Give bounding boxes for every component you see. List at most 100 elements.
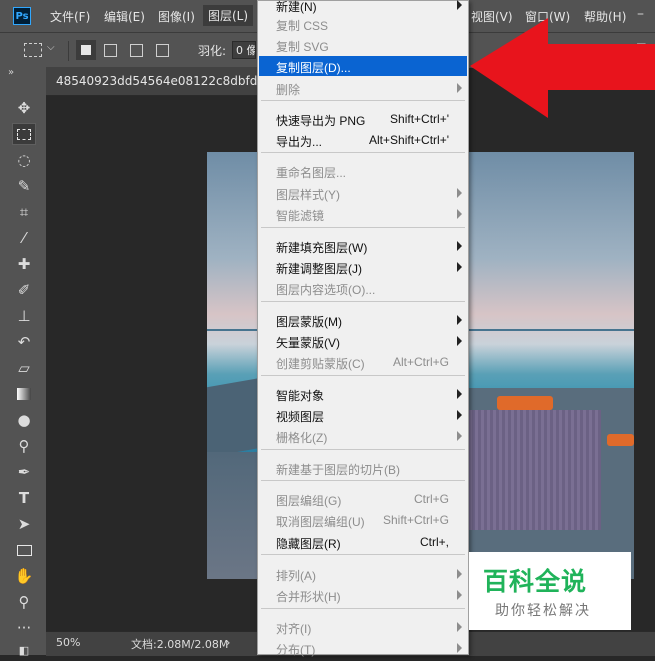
menu-item-label: 图层样式(Y) <box>276 188 340 202</box>
menu-item-label: 矢量蒙版(V) <box>276 336 340 350</box>
layer-menu-item[interactable]: 图层蒙版(M) <box>259 310 467 330</box>
submenu-arrow-icon <box>457 389 462 399</box>
menu-separator <box>261 375 465 376</box>
menu-item-label: 复制图层(D)... <box>276 61 351 75</box>
menu-item-label: 智能滤镜 <box>276 209 325 223</box>
menu-item-label: 图层编组(G) <box>276 494 342 508</box>
menu-item-label: 新建填充图层(W) <box>276 241 368 255</box>
layer-menu-item[interactable]: 矢量蒙版(V) <box>259 331 467 351</box>
collapse-icon[interactable]: » <box>8 67 14 78</box>
color-swatch-icon[interactable]: ◧ <box>12 639 36 661</box>
chevron-down-icon[interactable]: ⌵ <box>47 42 55 53</box>
layer-menu-item[interactable]: 新建调整图层(J) <box>259 257 467 277</box>
menu-item-shortcut: Alt+Ctrl+G <box>392 355 449 369</box>
submenu-arrow-icon <box>457 188 462 198</box>
menu-item-label: 合并形状(H) <box>276 590 341 604</box>
menu-separator <box>261 301 465 302</box>
menu-image[interactable]: 图像(I) <box>158 8 195 25</box>
photoshop-logo: Ps <box>13 7 31 25</box>
healing-brush-tool-icon[interactable]: ✚ <box>12 253 36 275</box>
eyedropper-tool-icon[interactable]: ⁄ <box>12 227 36 249</box>
layer-menu-item[interactable]: 新建(N) <box>259 0 467 15</box>
layer-menu-item[interactable]: 新建填充图层(W) <box>259 236 467 256</box>
pen-tool-icon[interactable]: ✒ <box>12 461 36 483</box>
document-tab[interactable]: 48540923dd54564e08122c8dbfde9c <box>46 67 279 96</box>
quick-selection-tool-icon[interactable]: ✎ <box>12 175 36 197</box>
submenu-arrow-icon <box>457 262 462 272</box>
submenu-arrow-icon <box>457 209 462 219</box>
intersect-selection-icon[interactable] <box>156 44 169 57</box>
layer-menu-item: 新建基于图层的切片(B) <box>259 458 467 478</box>
document-title: 48540923dd54564e08122c8dbfde9c <box>56 74 279 88</box>
menu-separator <box>261 608 465 609</box>
layer-menu-item[interactable]: 隐藏图层(R) Ctrl+, <box>259 532 467 552</box>
eraser-tool-icon[interactable]: ▱ <box>12 357 36 379</box>
menu-item-label: 图层蒙版(M) <box>276 315 342 329</box>
menu-item-shortcut: Shift+Ctrl+G <box>382 513 449 527</box>
layer-menu-item: 智能滤镜 <box>259 204 467 224</box>
blur-tool-icon[interactable]: ● <box>12 409 36 431</box>
feather-input[interactable]: 0 像素 <box>232 41 256 59</box>
rectangle-tool-icon[interactable] <box>12 539 36 561</box>
submenu-arrow-icon <box>457 336 462 346</box>
history-brush-tool-icon[interactable]: ↶ <box>12 331 36 353</box>
lasso-tool-icon[interactable]: ◌ <box>12 149 36 171</box>
menu-file[interactable]: 文件(F) <box>50 8 90 25</box>
menu-separator <box>261 480 465 481</box>
layer-menu-item: 复制 SVG <box>259 35 467 55</box>
move-tool-icon[interactable]: ✥ <box>12 97 36 119</box>
menu-item-label: 重命名图层... <box>276 166 347 180</box>
dodge-tool-icon[interactable]: ⚲ <box>12 435 36 457</box>
layer-menu-item: 栅格化(Z) <box>259 426 467 446</box>
new-selection-button[interactable] <box>76 40 96 60</box>
watermark-title: 百科全说 <box>483 567 588 596</box>
submenu-arrow-icon <box>457 83 462 93</box>
cushion-orange <box>497 396 553 410</box>
layer-menu-item[interactable]: 复制图层(D)... <box>259 56 467 76</box>
menu-edit[interactable]: 编辑(E) <box>104 8 145 25</box>
layer-menu-item: 复制 CSS <box>259 14 467 34</box>
crop-tool-icon[interactable]: ⌗ <box>12 201 36 223</box>
submenu-arrow-icon <box>457 431 462 441</box>
menu-item-shortcut: Ctrl+, <box>419 535 449 549</box>
gradient-tool-icon[interactable] <box>12 383 36 405</box>
hand-tool-icon[interactable]: ✋ <box>12 565 36 587</box>
submenu-arrow-icon <box>457 0 462 10</box>
chevron-right-icon[interactable]: › <box>226 636 230 649</box>
submenu-arrow-icon <box>457 315 462 325</box>
red-pointer-arrow <box>470 18 655 118</box>
layer-menu-item[interactable]: 导出为... Alt+Shift+Ctrl+' <box>259 130 467 150</box>
marquee-icon <box>17 128 31 140</box>
zoom-level[interactable]: 50% <box>56 636 80 649</box>
layer-menu-item[interactable]: 快速导出为 PNG Shift+Ctrl+' <box>259 109 467 129</box>
path-selection-tool-icon[interactable]: ➤ <box>12 513 36 535</box>
menu-item-shortcut: Alt+Shift+Ctrl+' <box>369 133 449 147</box>
clone-stamp-tool-icon[interactable]: ⊥ <box>12 305 36 327</box>
watermark-logo: 百科全说 助你轻松解决 <box>469 552 631 630</box>
layer-menu-item: 创建剪贴蒙版(C) Alt+Ctrl+G <box>259 352 467 372</box>
subtract-selection-icon[interactable] <box>130 44 143 57</box>
zoom-tool-icon[interactable]: ⚲ <box>12 591 36 613</box>
tools-panel: » ✥ ◌ ✎ ⌗ ⁄ ✚ ✐ ⊥ ↶ ▱ ● ⚲ ✒ T ➤ ✋ ⚲ ··· … <box>0 67 46 657</box>
menu-layer[interactable]: 图层(L) <box>203 5 254 26</box>
rectangle-icon <box>16 544 32 556</box>
menu-item-label: 图层内容选项(O)... <box>276 283 376 297</box>
menu-separator <box>261 449 465 450</box>
layer-menu-item[interactable]: 智能对象 <box>259 384 467 404</box>
menu-separator <box>261 227 465 228</box>
more-tools-icon[interactable]: ··· <box>12 617 36 639</box>
menu-item-label: 新建调整图层(J) <box>276 262 362 276</box>
type-tool-icon[interactable]: T <box>12 487 36 509</box>
add-selection-icon[interactable] <box>104 44 117 57</box>
menu-item-label: 新建(N) <box>276 0 317 14</box>
menu-item-label: 导出为... <box>276 135 323 149</box>
marquee-preset-icon[interactable] <box>24 43 42 57</box>
brush-tool-icon[interactable]: ✐ <box>12 279 36 301</box>
menu-item-label: 视频图层 <box>276 410 325 424</box>
rectangle-marquee-tool-icon[interactable] <box>12 123 36 145</box>
submenu-arrow-icon <box>457 622 462 632</box>
feather-label: 羽化: <box>198 44 227 58</box>
layer-menu-item: 图层编组(G) Ctrl+G <box>259 489 467 509</box>
layer-menu-item[interactable]: 视频图层 <box>259 405 467 425</box>
layer-menu-item: 对齐(I) <box>259 617 467 637</box>
